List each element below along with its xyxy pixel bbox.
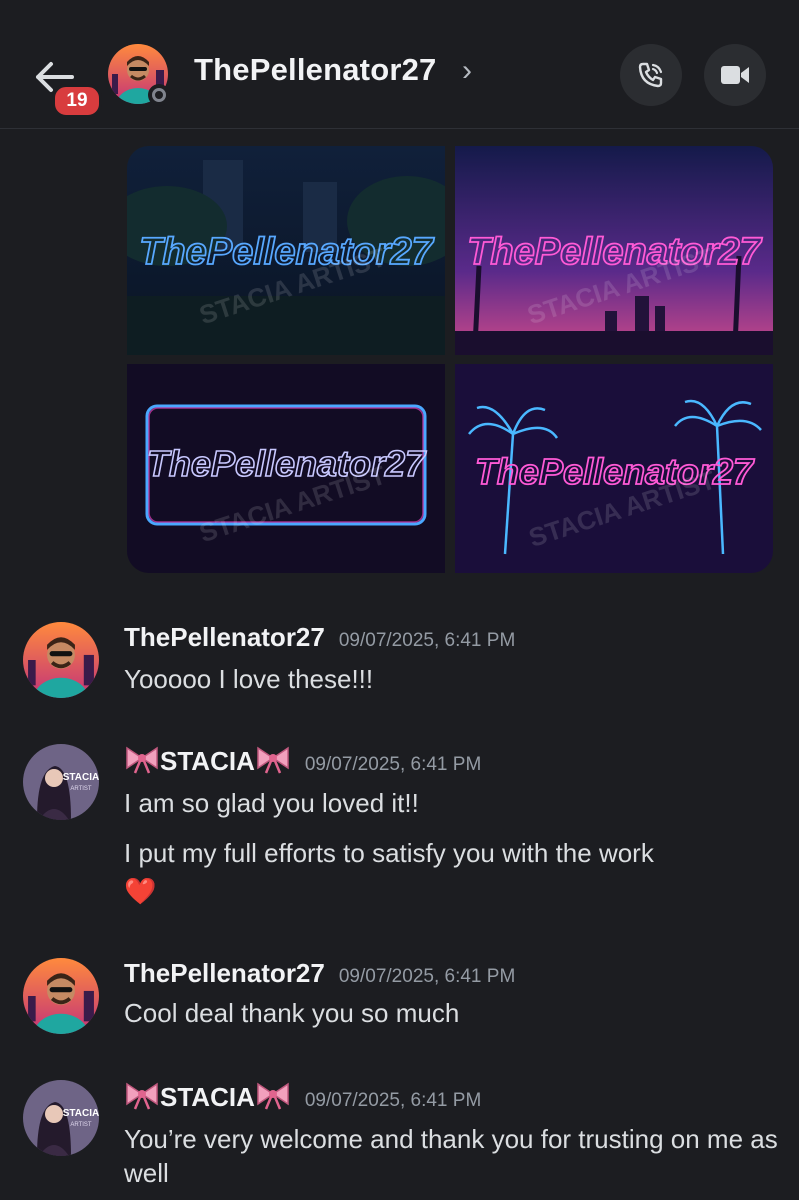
call-button[interactable] [620,44,682,106]
avatar-label: ARTIST [70,786,92,792]
message-text: You’re very welcome and thank you for tr… [124,1124,778,1188]
neon-text: ThePellenator27 [467,231,762,273]
avatar-label: ARTIST [70,1122,92,1128]
bow-icon [257,1082,289,1110]
message-author[interactable]: STACIA [160,746,255,776]
attachment-image[interactable]: ThePellenator27 STACIA ARTIST [455,146,773,355]
unread-badge: 19 [52,84,102,118]
attachment-image[interactable]: ThePellenator27 STACIA ARTIST [127,364,445,573]
attachment-image[interactable]: ThePellenator27 STACIA ARTIST [455,364,773,573]
message-timestamp: 09/07/2025, 6:41 PM [304,754,482,775]
offline-status-icon [148,84,170,106]
avatar[interactable] [23,622,99,698]
message-text: Cool deal thank you so much [124,998,460,1028]
message-text: I am so glad you loved it!! [124,788,419,818]
attachment-image[interactable]: ThePellenator27 STACIA ARTIST [127,146,445,355]
message-author[interactable]: STACIA [160,1082,255,1112]
image-attachments: ThePellenator27 STACIA ARTIST ThePellena… [127,146,773,573]
message-author[interactable]: ThePellenator27 [124,622,325,652]
chat-header: 19 ThePellenator27 › [0,0,799,129]
video-camera-icon [721,66,749,84]
message-text: Yooooo I love these!!! [124,664,374,694]
message-author[interactable]: ThePellenator27 [124,958,325,988]
message-timestamp: 09/07/2025, 6:41 PM [338,966,516,987]
avatar[interactable] [23,958,99,1034]
message-timestamp: 09/07/2025, 6:41 PM [304,1090,482,1111]
avatar-label: STACIA [63,1108,99,1119]
page-title[interactable]: ThePellenator27 [194,52,436,88]
phone-call-icon [638,62,663,88]
message-text: I put my full efforts to satisfy you wit… [124,838,654,868]
avatar[interactable]: STACIA ARTIST [23,744,99,820]
bow-icon [126,746,158,774]
bow-icon [126,1082,158,1110]
bow-icon [257,746,289,774]
chevron-right-icon[interactable]: › [462,54,472,88]
heart-emoji: ❤️ [124,876,157,906]
avatar[interactable]: STACIA ARTIST [23,1080,99,1156]
message-timestamp: 09/07/2025, 6:41 PM [338,630,516,651]
video-call-button[interactable] [704,44,766,106]
neon-text: ThePellenator27 [139,231,434,273]
avatar-label: STACIA [63,772,99,783]
